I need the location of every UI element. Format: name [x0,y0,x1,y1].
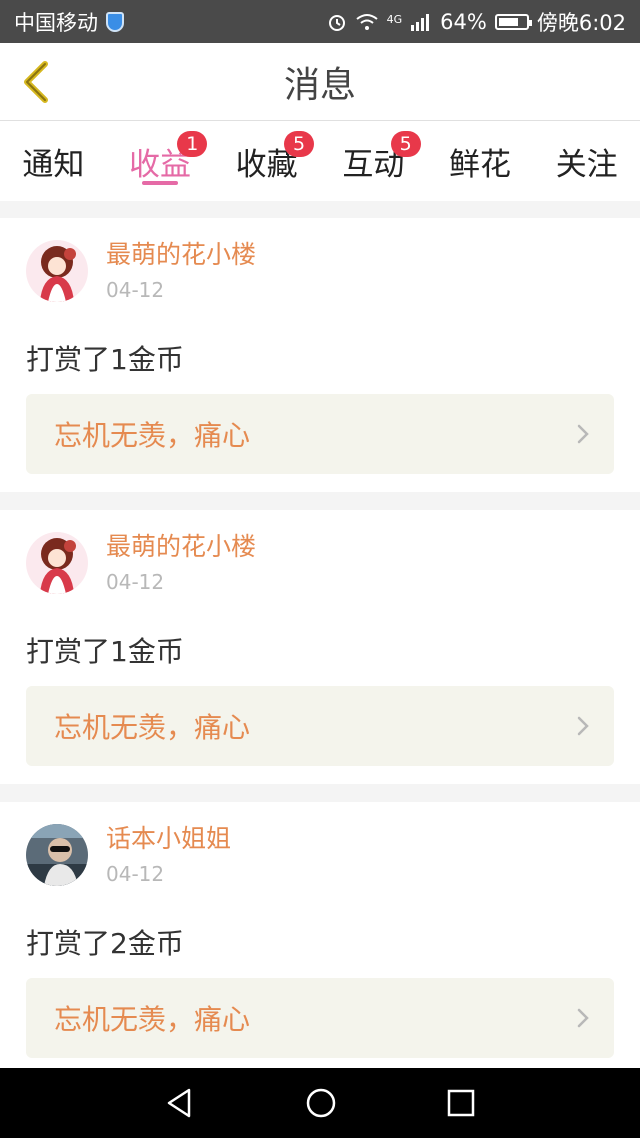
carrier-label: 中国移动 [14,10,98,35]
message-date: 04-12 [106,570,165,594]
message-list: 最萌的花小楼 04-12 打赏了1金币 忘机无羡，痛心 最萌的花小楼 04-12… [0,218,640,1094]
clock: 傍晚6:02 [536,10,626,35]
shield-icon [106,11,124,32]
chevron-right-icon [577,424,589,444]
tab-label: 关注 [555,146,618,183]
signal-icon [410,13,432,31]
quoted-post[interactable]: 忘机无羡，痛心 [26,978,614,1058]
status-bar: 中国移动 4G 64% 傍晚6:02 [0,0,640,43]
battery-percent: 64% [440,9,487,34]
reward-text: 打赏了2金币 [26,927,184,960]
home-circle-icon[interactable] [305,1087,337,1119]
system-nav-bar [0,1068,640,1138]
avatar[interactable] [26,532,88,594]
message-card: 最萌的花小楼 04-12 打赏了1金币 忘机无羡，痛心 [0,218,640,492]
count-badge: 5 [284,131,315,157]
chevron-left-icon [24,61,48,103]
message-card: 话本小姐姐 04-12 打赏了2金币 忘机无羡，痛心 [0,802,640,1076]
back-button[interactable] [16,57,56,107]
message-date: 04-12 [106,862,165,886]
count-badge: 1 [177,131,208,157]
quote-text: 忘机无羡，痛心 [54,711,251,744]
tab-flowers[interactable]: 鲜花 [427,121,534,201]
reward-text: 打赏了1金币 [26,635,184,668]
avatar[interactable] [26,240,88,302]
alarm-icon [327,12,347,32]
tab-bar: 通知 收益 1 收藏 5 互动 5 鲜花 关注 [0,121,640,201]
sender-name[interactable]: 最萌的花小楼 [106,532,256,562]
wifi-icon [355,13,379,31]
message-date: 04-12 [106,278,165,302]
sender-name[interactable]: 最萌的花小楼 [106,240,256,270]
quote-text: 忘机无羡，痛心 [54,1003,251,1036]
battery-icon [494,13,532,30]
avatar[interactable] [26,824,88,886]
quoted-post[interactable]: 忘机无羡，痛心 [26,394,614,474]
quoted-post[interactable]: 忘机无羡，痛心 [26,686,614,766]
page-title: 消息 [283,64,356,106]
tab-follow[interactable]: 关注 [533,121,640,201]
tab-label: 鲜花 [449,146,512,183]
count-badge: 5 [390,131,421,157]
tab-label: 通知 [22,146,85,183]
recent-square-icon[interactable] [447,1089,475,1117]
tab-interaction[interactable]: 互动 5 [320,121,427,201]
tab-notice[interactable]: 通知 [0,121,107,201]
chevron-right-icon [577,716,589,736]
top-bar: 消息 [0,43,640,121]
quote-text: 忘机无羡，痛心 [54,419,251,452]
tab-favorites[interactable]: 收藏 5 [213,121,320,201]
back-triangle-icon[interactable] [165,1087,195,1119]
sender-name[interactable]: 话本小姐姐 [106,824,231,854]
chevron-right-icon [577,1008,589,1028]
reward-text: 打赏了1金币 [26,343,184,376]
message-card: 最萌的花小楼 04-12 打赏了1金币 忘机无羡，痛心 [0,510,640,784]
network-type: 4G [386,12,403,26]
active-indicator [142,181,178,185]
tab-earnings[interactable]: 收益 1 [107,121,214,201]
